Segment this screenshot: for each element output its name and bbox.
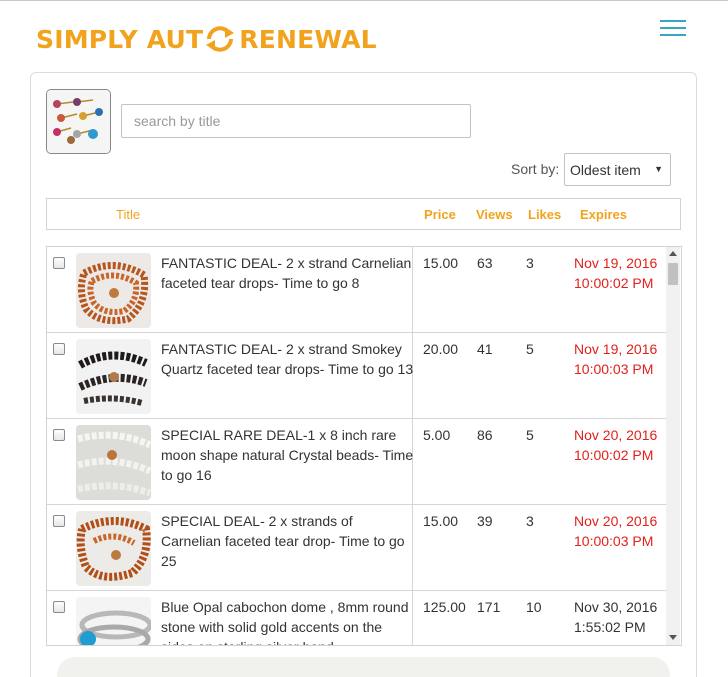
bottom-panel	[57, 657, 670, 677]
sort-label: Sort by:	[511, 161, 560, 177]
item-title[interactable]: SPECIAL DEAL- 2 x strands of Carnelian f…	[161, 511, 415, 571]
item-title[interactable]: SPECIAL RARE DEAL-1 x 8 inch rare moon s…	[161, 425, 415, 485]
item-expires: Nov 20, 2016 10:00:03 PM	[574, 511, 657, 551]
item-views: 63	[477, 255, 493, 271]
item-thumbnail[interactable]	[76, 597, 151, 645]
sort-selected-value: Oldest item	[570, 162, 641, 178]
shop-thumbnail-image	[47, 90, 110, 153]
hamburger-icon[interactable]	[660, 18, 686, 38]
item-likes: 3	[526, 513, 534, 529]
sort-select[interactable]: Oldest item ▼	[564, 153, 671, 186]
listing-table: FANTASTIC DEAL- 2 x strand Carnelian fac…	[46, 246, 682, 646]
column-views[interactable]: Views	[476, 207, 513, 222]
column-price[interactable]: Price	[424, 207, 456, 222]
renew-arrows-icon	[206, 26, 235, 52]
item-likes: 5	[526, 427, 534, 443]
item-expires-time: 1:55:02 PM	[574, 619, 646, 635]
row-checkbox[interactable]	[53, 257, 65, 269]
table-row[interactable]: FANTASTIC DEAL- 2 x strand Carnelian fac…	[47, 247, 667, 333]
item-title[interactable]: Blue Opal cabochon dome , 8mm round ston…	[161, 597, 415, 645]
item-expires-time: 10:00:02 PM	[574, 447, 654, 463]
item-expires: Nov 19, 2016 10:00:03 PM	[574, 339, 657, 379]
item-expires-date: Nov 30, 2016	[574, 599, 658, 615]
search-input[interactable]	[121, 104, 471, 138]
top-border	[0, 0, 728, 1]
brand-logo[interactable]: SIMPLY AUT RENEWAL	[36, 23, 377, 55]
caret-down-icon: ▼	[654, 164, 663, 174]
item-price: 15.00	[423, 513, 459, 529]
brand-text-start: SIMPLY AUT	[36, 24, 204, 54]
row-checkbox[interactable]	[53, 515, 65, 527]
column-likes[interactable]: Likes	[528, 207, 561, 222]
item-expires-time: 10:00:03 PM	[574, 361, 654, 377]
item-likes: 5	[526, 341, 534, 357]
item-expires: Nov 30, 2016 1:55:02 PM	[574, 597, 657, 637]
item-thumbnail[interactable]	[76, 253, 151, 328]
brand-text-end: RENEWAL	[239, 24, 377, 54]
item-expires: Nov 19, 2016 10:00:02 PM	[574, 253, 657, 293]
shop-thumbnail-button[interactable]	[46, 89, 111, 154]
column-expires[interactable]: Expires	[580, 207, 627, 222]
item-thumbnail[interactable]	[76, 511, 151, 586]
item-expires-date: Nov 20, 2016	[574, 513, 658, 529]
scroll-thumb[interactable]	[668, 263, 678, 285]
item-title[interactable]: FANTASTIC DEAL- 2 x strand Smokey Quartz…	[161, 339, 415, 379]
item-views: 41	[477, 341, 493, 357]
item-views: 86	[477, 427, 493, 443]
item-expires-time: 10:00:02 PM	[574, 275, 654, 291]
item-expires-date: Nov 20, 2016	[574, 427, 658, 443]
scroll-up-icon[interactable]	[669, 251, 677, 256]
column-header-row: Title Price Views Likes Expires	[46, 198, 681, 230]
item-expires-date: Nov 19, 2016	[574, 341, 658, 357]
table-row[interactable]: FANTASTIC DEAL- 2 x strand Smokey Quartz…	[47, 333, 667, 419]
item-expires: Nov 20, 2016 10:00:02 PM	[574, 425, 657, 465]
item-views: 39	[477, 513, 493, 529]
row-checkbox[interactable]	[53, 343, 65, 355]
item-thumbnail[interactable]	[76, 425, 151, 500]
scroll-down-icon[interactable]	[669, 635, 677, 640]
row-checkbox[interactable]	[53, 429, 65, 441]
item-thumbnail[interactable]	[76, 339, 151, 414]
list-scrollbar[interactable]	[666, 247, 680, 645]
item-price: 20.00	[423, 341, 459, 357]
table-row[interactable]: SPECIAL DEAL- 2 x strands of Carnelian f…	[47, 505, 667, 591]
item-price: 5.00	[423, 427, 451, 443]
table-row[interactable]: Blue Opal cabochon dome , 8mm round ston…	[47, 591, 667, 645]
item-expires-date: Nov 19, 2016	[574, 255, 658, 271]
column-title[interactable]: Title	[116, 207, 140, 222]
item-price: 15.00	[423, 255, 459, 271]
item-likes: 10	[526, 599, 542, 615]
item-expires-time: 10:00:03 PM	[574, 533, 654, 549]
row-checkbox[interactable]	[53, 601, 65, 613]
table-row[interactable]: SPECIAL RARE DEAL-1 x 8 inch rare moon s…	[47, 419, 667, 505]
item-views: 171	[477, 599, 501, 615]
item-price: 125.00	[423, 599, 466, 615]
item-title[interactable]: FANTASTIC DEAL- 2 x strand Carnelian fac…	[161, 253, 415, 293]
item-likes: 3	[526, 255, 534, 271]
